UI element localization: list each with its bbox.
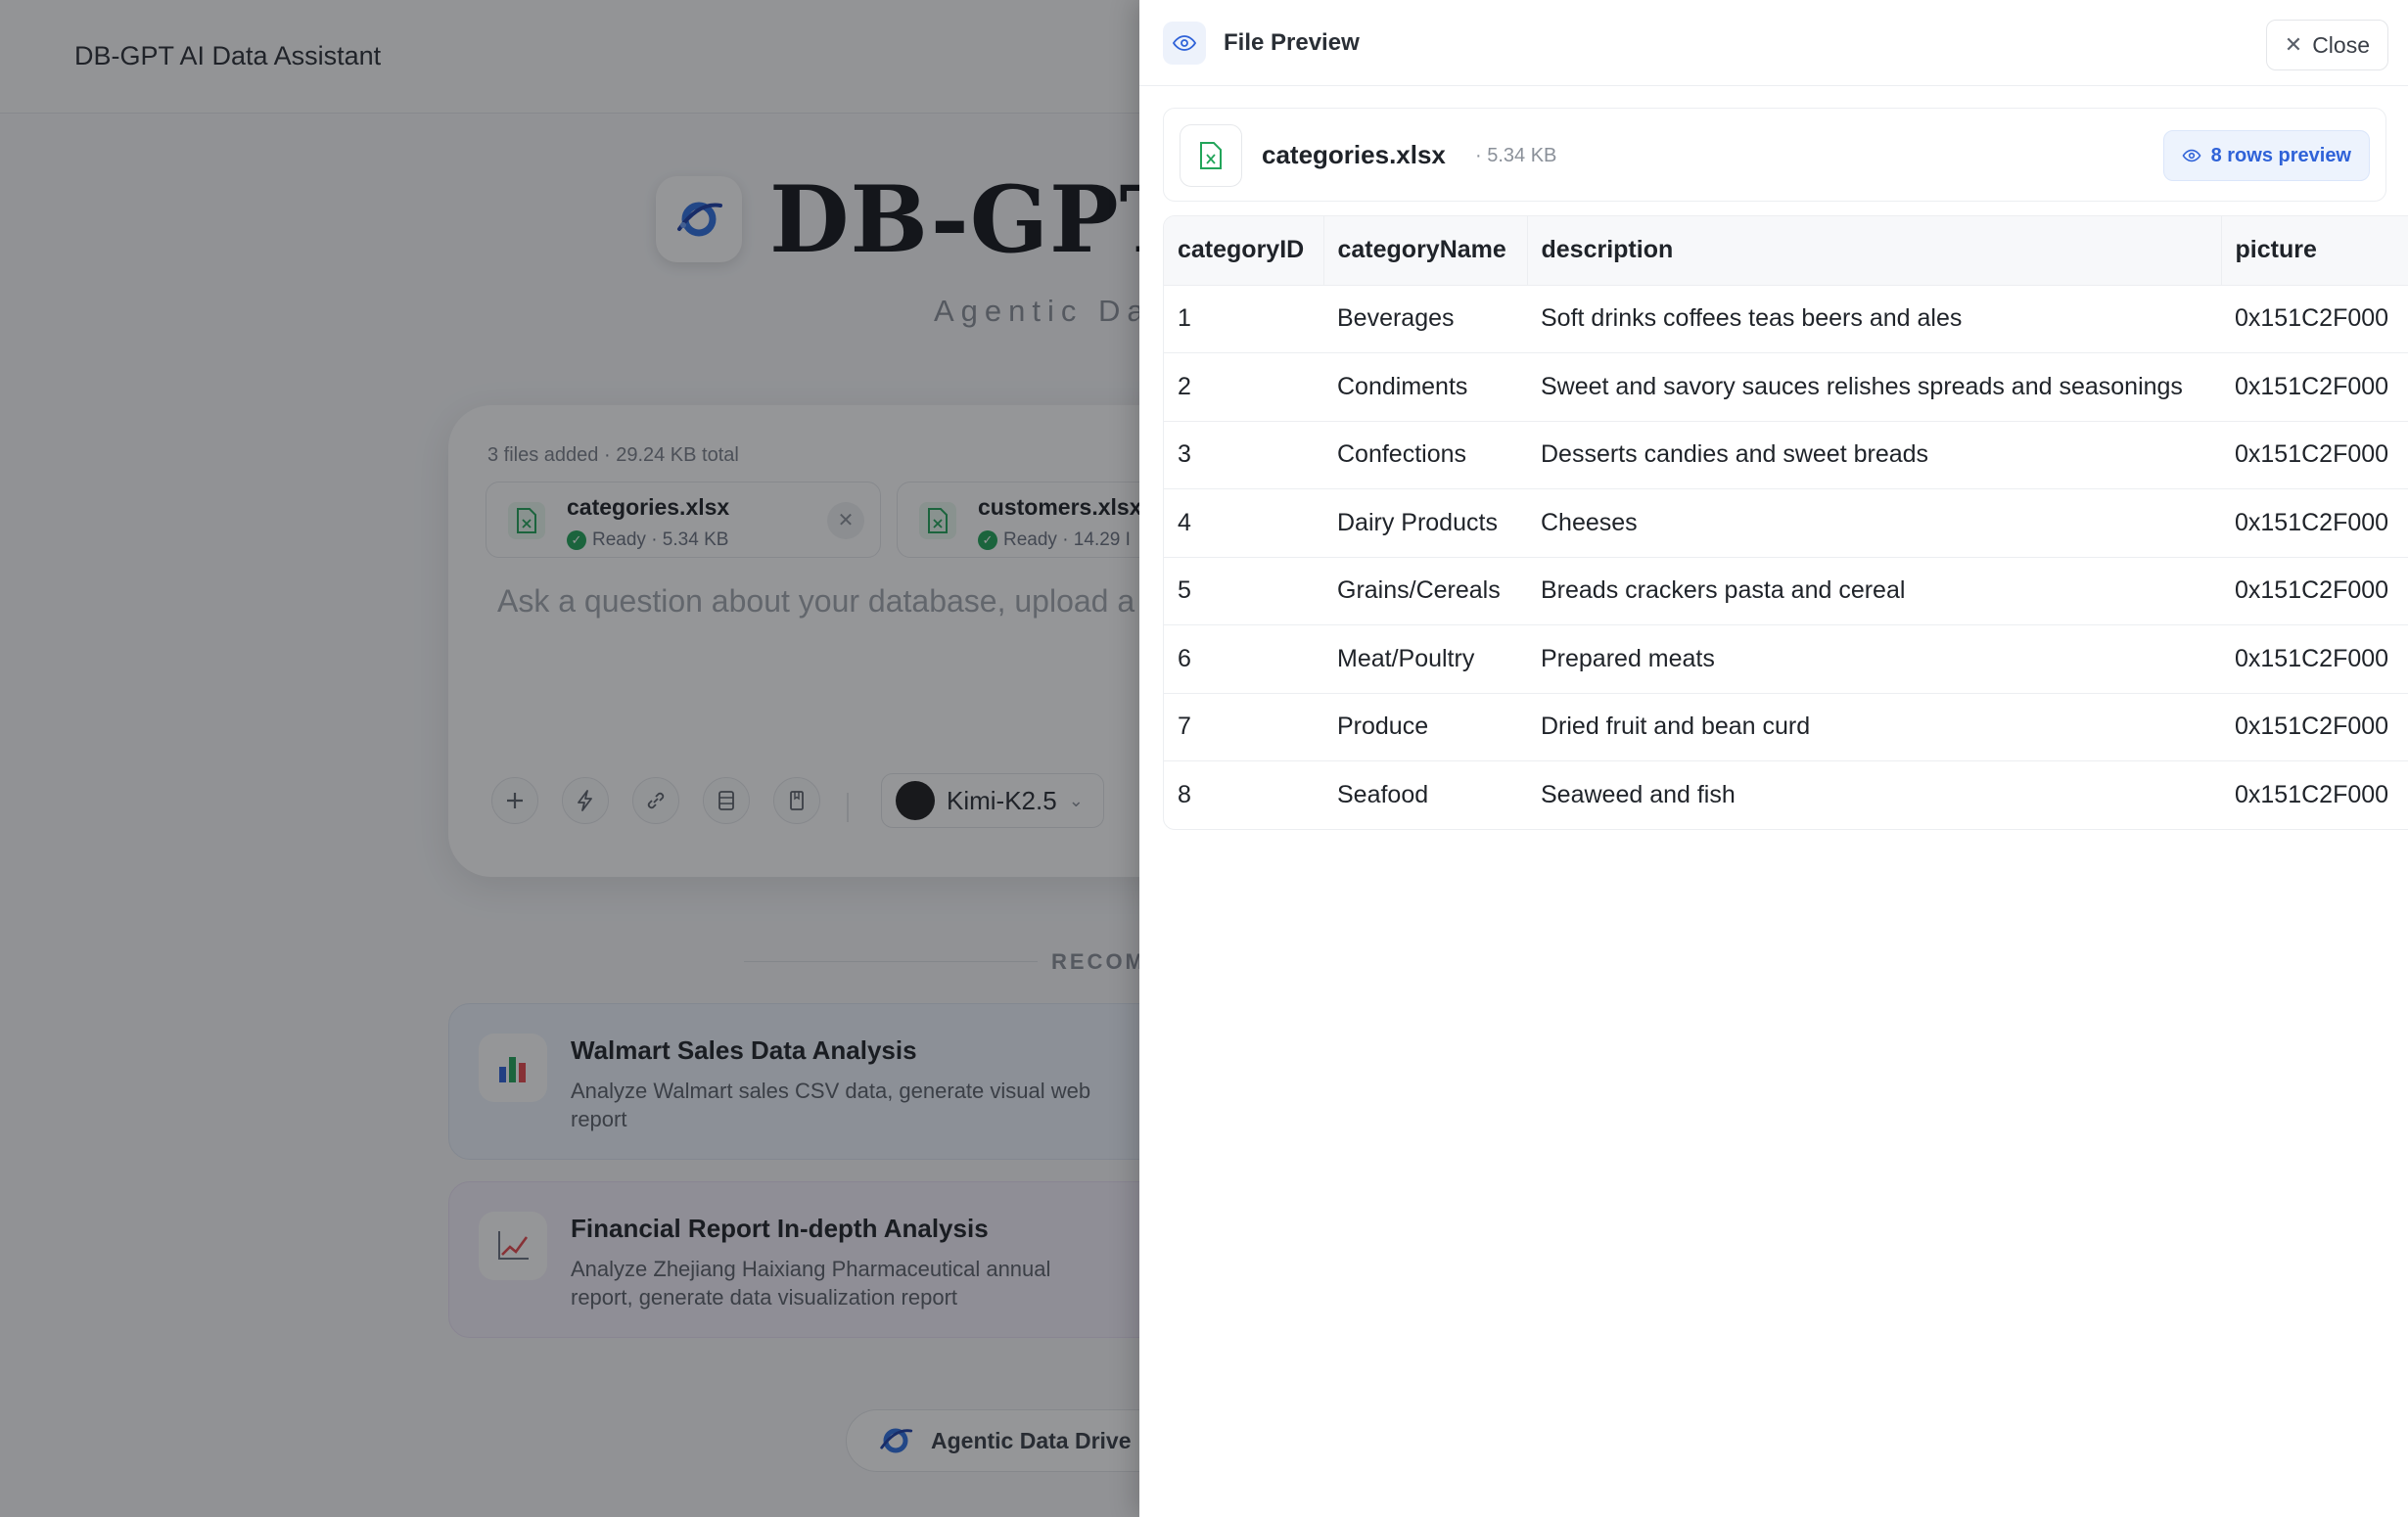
table-row: 6 Meat/Poultry Prepared meats 0x151C2F00…: [1164, 624, 2408, 694]
table-cell: 0x151C2F000: [2221, 488, 2408, 558]
table-cell: Seafood: [1337, 781, 1429, 808]
eye-icon: [2182, 149, 2201, 162]
eye-icon: [1163, 22, 1206, 65]
table-row: 3 Confections Desserts candies and sweet…: [1164, 421, 2408, 489]
rows-preview-label: 8 rows preview: [2210, 144, 2351, 166]
column-header: description: [1527, 216, 2222, 286]
preview-table-container[interactable]: categoryID categoryName description pict…: [1163, 215, 2408, 830]
table-cell: 0x151C2F000: [2235, 781, 2389, 808]
table-cell: Produce: [1323, 693, 1527, 761]
table-cell: 1: [1164, 285, 1323, 353]
table-cell: 0x151C2F000: [2221, 285, 2408, 353]
table-row: 5 Grains/Cereals Breads crackers pasta a…: [1164, 557, 2408, 625]
excel-file-icon: [1180, 124, 1242, 187]
table-cell: 2: [1164, 352, 1323, 422]
table-row: 7 Produce Dried fruit and bean curd 0x15…: [1164, 693, 2408, 761]
table-cell: 6: [1164, 624, 1323, 694]
table-cell: 5: [1164, 557, 1323, 625]
table-cell: 3: [1164, 421, 1323, 489]
preview-file-name: categories.xlsx: [1262, 140, 1446, 169]
column-header: categoryID: [1164, 216, 1324, 286]
table-cell: Sweet and savory sauces relishes spreads…: [1527, 352, 2221, 422]
table-cell: Meat/Poultry: [1323, 624, 1527, 694]
table-row: 4 Dairy Products Cheeses 0x151C2F000: [1164, 488, 2408, 558]
table-cell: Seaweed and fish: [1541, 781, 1736, 808]
table-cell: 0x151C2F000: [2221, 624, 2408, 694]
column-header: categoryName: [1323, 216, 1528, 286]
table-row: 8 Seafood Seaweed and fish 0x151C2F000: [1164, 761, 2408, 830]
table-cell: Breads crackers pasta and cereal: [1527, 557, 2221, 625]
modal-backdrop[interactable]: [0, 0, 1139, 1517]
preview-file-size: · 5.34 KB: [1475, 145, 1557, 166]
table-cell: 4: [1164, 488, 1323, 558]
table-cell: Condiments: [1323, 352, 1527, 422]
table-cell: 0x151C2F000: [2221, 421, 2408, 489]
table-cell: Cheeses: [1527, 488, 2221, 558]
table-cell: 7: [1164, 693, 1323, 761]
table-cell: Soft drinks coffees teas beers and ales: [1527, 285, 2221, 353]
close-label: Close: [2312, 31, 2370, 58]
drawer-header: File Preview ✕ Close: [1139, 0, 2408, 86]
close-icon: ✕: [2284, 32, 2303, 57]
table-cell: 0x151C2F000: [2221, 693, 2408, 761]
table-cell: 8: [1178, 781, 1191, 808]
close-button[interactable]: ✕ Close: [2265, 20, 2388, 70]
table-row: 2 Condiments Sweet and savory sauces rel…: [1164, 352, 2408, 422]
preview-table: categoryID categoryName description pict…: [1164, 216, 2408, 829]
table-cell: Desserts candies and sweet breads: [1527, 421, 2221, 489]
column-header: picture: [2221, 216, 2408, 286]
table-cell: Prepared meats: [1527, 624, 2221, 694]
table-row: 1 Beverages Soft drinks coffees teas bee…: [1164, 285, 2408, 353]
table-cell: 0x151C2F000: [2221, 352, 2408, 422]
rows-preview-badge: 8 rows preview: [2162, 130, 2370, 181]
table-header-row: categoryID categoryName description pict…: [1164, 216, 2408, 286]
drawer-title: File Preview: [1224, 29, 1360, 56]
table-cell: Dairy Products: [1323, 488, 1527, 558]
table-cell: Confections: [1323, 421, 1527, 489]
table-cell: Grains/Cereals: [1323, 557, 1527, 625]
preview-file-info: categories.xlsx · 5.34 KB 8 rows preview: [1163, 108, 2386, 202]
file-preview-drawer: File Preview ✕ Close categories.xlsx · 5…: [1139, 0, 2408, 1517]
table-cell: Beverages: [1323, 285, 1527, 353]
table-cell: Dried fruit and bean curd: [1527, 693, 2221, 761]
table-cell: 0x151C2F000: [2221, 557, 2408, 625]
